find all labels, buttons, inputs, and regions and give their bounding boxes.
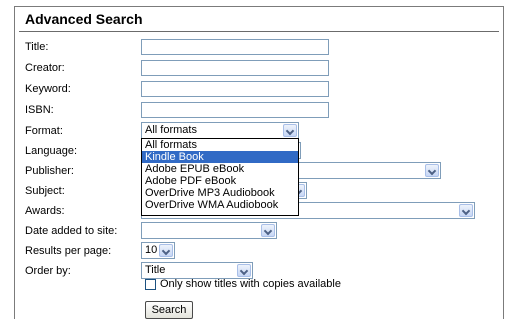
results-per-page-select[interactable]: 10: [141, 242, 175, 259]
format-dropdown-list: All formats Kindle Book Adobe EPUB eBook…: [141, 138, 299, 216]
format-option[interactable]: All formats: [142, 139, 298, 151]
format-option[interactable]: OverDrive WMA Audiobook: [142, 199, 298, 211]
order-by-label: Order by:: [25, 265, 71, 277]
keyword-label: Keyword:: [25, 83, 71, 95]
title-input[interactable]: [141, 39, 329, 55]
keyword-input[interactable]: [141, 81, 329, 97]
isbn-label: ISBN:: [25, 104, 54, 116]
creator-input[interactable]: [141, 60, 329, 76]
chevron-down-icon[interactable]: [261, 224, 275, 237]
chevron-down-icon[interactable]: [283, 124, 297, 137]
date-added-label: Date added to site:: [25, 225, 118, 237]
order-by-value: Title: [145, 264, 166, 276]
chevron-down-icon[interactable]: [459, 204, 473, 217]
chevron-down-icon[interactable]: [425, 164, 439, 177]
chevron-down-icon[interactable]: [237, 264, 251, 277]
results-per-page-value: 10: [145, 244, 158, 256]
format-select-value: All formats: [145, 124, 197, 136]
page-title: Advanced Search: [25, 11, 143, 27]
format-select[interactable]: All formats: [141, 122, 299, 139]
copies-available-label: Only show titles with copies available: [160, 278, 341, 290]
advanced-search-panel: Advanced Search Title: Creator: Keyword:…: [14, 6, 504, 319]
format-option[interactable]: Adobe PDF eBook: [142, 175, 298, 187]
date-added-select[interactable]: [141, 222, 277, 239]
format-label: Format:: [25, 125, 63, 137]
title-divider: [19, 31, 499, 32]
order-by-select[interactable]: Title: [141, 262, 253, 279]
format-option[interactable]: Adobe EPUB eBook: [142, 163, 298, 175]
title-label: Title:: [25, 41, 49, 53]
isbn-input[interactable]: [141, 102, 329, 118]
chevron-down-icon[interactable]: [159, 244, 173, 257]
publisher-label: Publisher:: [25, 165, 74, 177]
copies-available-checkbox[interactable]: [145, 279, 156, 290]
creator-label: Creator:: [25, 62, 65, 74]
results-per-page-label: Results per page:: [25, 245, 112, 257]
awards-label: Awards:: [25, 205, 65, 217]
subject-label: Subject:: [25, 185, 65, 197]
search-button[interactable]: Search: [145, 301, 193, 319]
format-option[interactable]: OverDrive MP3 Audiobook: [142, 187, 298, 199]
language-label: Language:: [25, 145, 77, 157]
format-option-highlighted[interactable]: Kindle Book: [142, 151, 298, 163]
